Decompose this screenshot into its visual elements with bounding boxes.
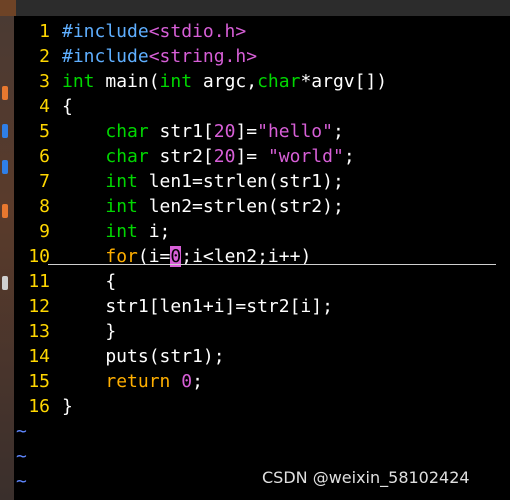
line-number: 13	[28, 321, 50, 342]
code-line[interactable]: 1 #include<stdio.h>	[14, 19, 246, 44]
code-token: #include	[62, 21, 149, 42]
line-number: 7	[39, 171, 50, 192]
code-line[interactable]: 3 int main(int argc,char*argv[])	[14, 69, 387, 94]
line-number: 9	[39, 221, 50, 242]
line-number: 16	[28, 396, 50, 417]
launcher-strip	[0, 16, 14, 500]
code-line[interactable]: 12 str1[len1+i]=str2[i];	[14, 294, 333, 319]
code-line[interactable]: 5 char str1[20]="hello";	[14, 119, 344, 144]
code-token: {	[62, 271, 117, 292]
line-number: 5	[39, 121, 50, 142]
code-line[interactable]: 14 puts(str1);	[14, 344, 225, 369]
code-token: ]=	[235, 146, 268, 167]
code-token: str2[	[148, 146, 214, 167]
code-token: }	[62, 396, 73, 417]
empty-buffer-tilde: ~	[16, 421, 27, 442]
empty-buffer-tilde: ~	[16, 471, 27, 492]
code-token: puts(str1);	[62, 346, 225, 367]
code-token: "world"	[267, 146, 344, 167]
code-token: str1[len1+i]=str2[i];	[62, 296, 333, 317]
code-token: i;	[137, 221, 171, 242]
line-number: 8	[39, 196, 50, 217]
code-token: #include	[62, 46, 149, 67]
launcher-app-icon[interactable]	[2, 276, 8, 290]
line-number: 14	[28, 346, 50, 367]
code-token: <stdio.h>	[148, 21, 247, 42]
code-token: ;	[192, 371, 203, 392]
code-token: ;	[332, 121, 344, 142]
code-token: 0	[181, 371, 193, 392]
code-token: str1[	[148, 121, 214, 142]
code-line[interactable]: 11 {	[14, 269, 116, 294]
code-token: *argv[])	[300, 71, 388, 92]
code-token: 20	[213, 146, 236, 167]
cursor-line-underline	[48, 264, 496, 265]
code-line[interactable]: 13 }	[14, 319, 116, 344]
code-token: <string.h>	[148, 46, 258, 67]
code-token: len2=strlen(str2);	[137, 196, 344, 217]
code-token: "hello"	[257, 121, 333, 142]
code-token: char	[105, 121, 149, 142]
code-token: int	[105, 196, 138, 217]
code-token: {	[62, 96, 73, 117]
launcher-app-icon[interactable]	[2, 204, 8, 218]
code-token: return	[105, 371, 171, 392]
code-token: int	[105, 221, 138, 242]
code-line[interactable]: 7 int len1=strlen(str1);	[14, 169, 344, 194]
code-line[interactable]: 2 #include<string.h>	[14, 44, 257, 69]
line-number: 2	[39, 46, 50, 67]
code-token: argc,	[192, 71, 258, 92]
code-token: int	[62, 71, 95, 92]
code-token: int	[159, 71, 193, 92]
code-line[interactable]: 8 int len2=strlen(str2);	[14, 194, 344, 219]
vim-editor[interactable]: 1 #include<stdio.h> 2 #include<string.h> 3 in…	[14, 16, 510, 500]
code-line[interactable]: 15 return 0;	[14, 369, 203, 394]
code-line[interactable]: 6 char str2[20]= "world";	[14, 144, 355, 169]
code-token: 20	[213, 121, 236, 142]
code-token: char	[105, 146, 149, 167]
watermark: CSDN @weixin_58102424	[262, 468, 470, 487]
launcher-app-icon[interactable]	[2, 160, 8, 174]
line-number: 4	[39, 96, 50, 117]
line-number: 15	[28, 371, 50, 392]
code-line[interactable]: 9 int i;	[14, 219, 170, 244]
top-panel-corner	[0, 0, 16, 16]
code-token: len1=strlen(str1);	[137, 171, 344, 192]
line-number: 11	[28, 271, 50, 292]
top-panel	[0, 0, 510, 16]
line-number: 12	[28, 296, 50, 317]
line-number: 3	[39, 71, 50, 92]
code-token: int	[105, 171, 138, 192]
empty-buffer-tilde: ~	[16, 446, 27, 467]
line-number: 10	[28, 246, 50, 267]
line-number: 6	[39, 146, 50, 167]
code-line[interactable]: 10 for(i=0;i<len2;i++)	[14, 244, 311, 269]
line-number: 1	[39, 21, 50, 42]
code-token: char	[257, 71, 301, 92]
launcher-app-icon[interactable]	[2, 124, 8, 138]
code-token: ;	[343, 146, 355, 167]
code-line[interactable]: 16}	[14, 394, 73, 419]
code-token: main(	[94, 71, 160, 92]
launcher-app-icon[interactable]	[2, 86, 8, 100]
code-token: ]=	[235, 121, 258, 142]
code-line[interactable]: 4{	[14, 94, 73, 119]
code-token: }	[62, 321, 117, 342]
